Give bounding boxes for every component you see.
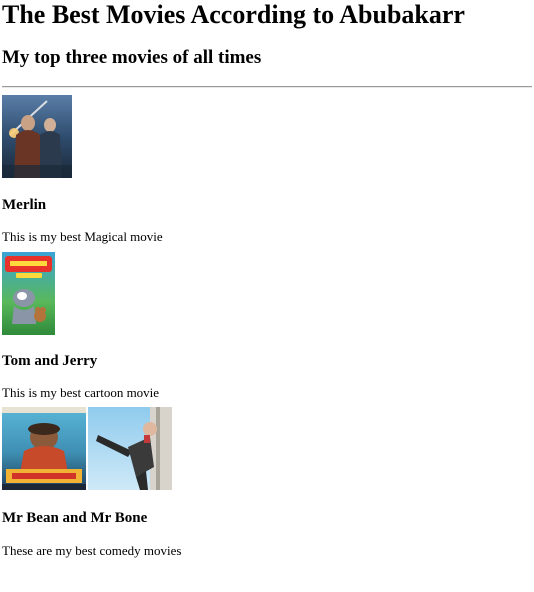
mr-bean-poster <box>88 407 172 490</box>
divider <box>2 86 532 88</box>
movie-title: Tom and Jerry <box>2 353 98 369</box>
page: The Best Movies According to Abubakarr M… <box>0 0 534 558</box>
movie-title: Mr Bean and Mr Bone <box>2 510 148 526</box>
merlin-poster <box>2 95 72 178</box>
page-subtitle: My top three movies of all times <box>2 47 262 68</box>
movie-posters-comedy <box>2 407 532 490</box>
page-title: The Best Movies According to Abubakarr <box>2 0 465 29</box>
movie-description: This is my best cartoon movie <box>2 385 160 400</box>
movie-posters-merlin <box>2 95 532 178</box>
movie-posters-tom-and-jerry <box>2 252 532 335</box>
mr-bones-poster <box>2 407 86 490</box>
tom-and-jerry-poster <box>2 252 55 335</box>
movie-description: This is my best Magical movie <box>2 229 163 244</box>
movie-title: Merlin <box>2 197 47 213</box>
movie-description: These are my best comedy movies <box>2 543 182 558</box>
